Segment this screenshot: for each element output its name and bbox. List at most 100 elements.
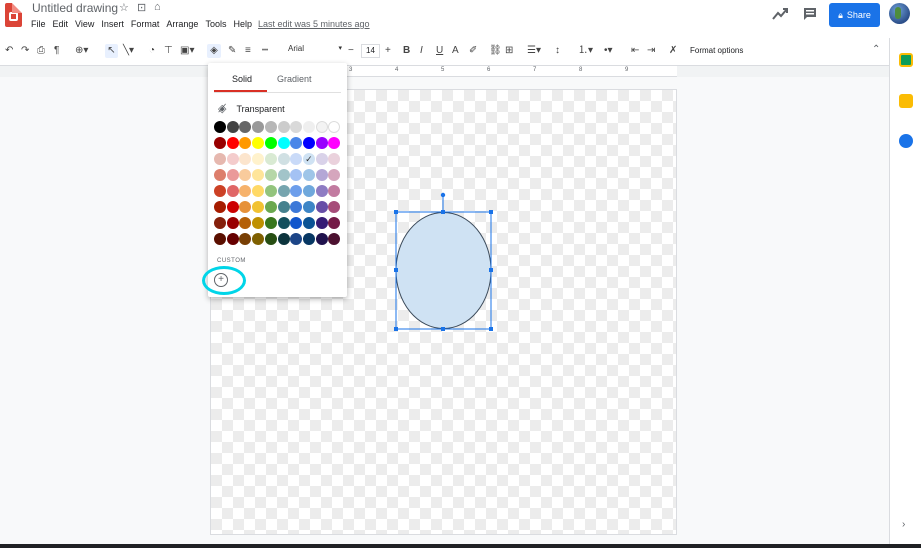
color-swatch[interactable] xyxy=(328,153,341,165)
line-spacing-icon[interactable]: ↕ xyxy=(555,44,560,58)
bulleted-list-icon[interactable]: •▾ xyxy=(604,44,613,58)
color-swatch[interactable] xyxy=(302,185,315,197)
menu-arrange[interactable]: Arrange xyxy=(166,19,198,29)
avatar[interactable] xyxy=(889,3,910,24)
link-icon[interactable]: ⛓ xyxy=(489,44,502,58)
keep-icon[interactable] xyxy=(899,94,913,108)
border-color-icon[interactable]: ✎ xyxy=(228,44,236,58)
document-title[interactable]: Untitled drawing xyxy=(32,1,118,15)
color-swatch[interactable] xyxy=(239,217,252,229)
shape-icon[interactable]: ◔ xyxy=(149,44,155,58)
color-swatch[interactable] xyxy=(214,217,226,229)
color-swatch[interactable] xyxy=(252,153,265,165)
color-swatch[interactable] xyxy=(214,233,226,245)
color-swatch[interactable] xyxy=(277,153,290,165)
color-swatch[interactable] xyxy=(315,233,328,245)
menu-help[interactable]: Help xyxy=(233,19,252,29)
color-swatch[interactable] xyxy=(214,201,226,213)
move-folder-icon[interactable]: ⊡ xyxy=(137,1,146,14)
align-icon[interactable]: ☰▾ xyxy=(527,44,541,58)
color-swatch[interactable] xyxy=(328,233,341,245)
color-swatch[interactable] xyxy=(302,233,315,245)
color-swatch[interactable] xyxy=(252,121,265,133)
color-swatch[interactable] xyxy=(264,169,277,181)
share-button[interactable]: 🔒︎ Share xyxy=(829,3,880,27)
redo-icon[interactable]: ↷ xyxy=(21,44,29,58)
color-swatch[interactable] xyxy=(226,153,239,165)
color-swatch[interactable] xyxy=(290,137,303,149)
color-swatch[interactable] xyxy=(226,169,239,181)
color-swatch[interactable] xyxy=(315,121,328,133)
comment-icon[interactable] xyxy=(803,7,817,21)
rotation-handle[interactable] xyxy=(440,192,446,198)
color-swatch[interactable] xyxy=(328,121,341,133)
color-swatch[interactable] xyxy=(239,153,252,165)
last-edit-link[interactable]: Last edit was 5 minutes ago xyxy=(258,19,370,29)
image-icon[interactable]: ▣▾ xyxy=(180,44,194,58)
menu-insert[interactable]: Insert xyxy=(101,19,124,29)
color-swatch[interactable] xyxy=(290,217,303,229)
color-swatch[interactable] xyxy=(252,169,265,181)
color-swatch[interactable] xyxy=(264,201,277,213)
color-swatch[interactable] xyxy=(277,169,290,181)
menu-format[interactable]: Format xyxy=(131,19,160,29)
color-swatch[interactable] xyxy=(252,185,265,197)
color-swatch[interactable] xyxy=(226,217,239,229)
color-swatch[interactable] xyxy=(328,201,341,213)
paint-format-icon[interactable]: ¶ xyxy=(54,44,59,58)
color-swatch[interactable] xyxy=(302,137,315,149)
fill-color-icon[interactable]: ◈ xyxy=(207,44,221,58)
color-swatch[interactable] xyxy=(290,153,303,165)
color-swatch[interactable] xyxy=(264,217,277,229)
selected-ellipse-shape[interactable] xyxy=(388,188,500,336)
undo-icon[interactable]: ↶ xyxy=(5,44,13,58)
color-swatch[interactable] xyxy=(315,169,328,181)
star-icon[interactable]: ☆ xyxy=(119,1,129,14)
increase-indent-icon[interactable]: ⇥ xyxy=(647,44,655,58)
color-swatch[interactable] xyxy=(252,137,265,149)
ellipse[interactable] xyxy=(395,212,492,329)
menu-file[interactable]: File xyxy=(31,19,46,29)
color-swatch[interactable] xyxy=(315,185,328,197)
border-weight-icon[interactable]: ≡ xyxy=(245,44,251,58)
color-swatch[interactable] xyxy=(214,137,226,149)
color-swatch[interactable] xyxy=(328,217,341,229)
color-swatch[interactable] xyxy=(290,185,303,197)
drawings-logo-icon[interactable] xyxy=(5,3,22,27)
select-icon[interactable]: ↖ xyxy=(105,44,118,58)
color-swatch[interactable] xyxy=(214,121,226,133)
color-swatch[interactable] xyxy=(226,201,239,213)
text-box-icon[interactable]: ⊤ xyxy=(164,44,173,58)
tab-solid[interactable]: Solid xyxy=(232,74,252,84)
menu-view[interactable]: View xyxy=(75,19,94,29)
color-swatch[interactable] xyxy=(226,233,239,245)
add-comment-icon[interactable]: ⊞ xyxy=(505,44,513,58)
color-swatch[interactable] xyxy=(302,217,315,229)
color-swatch[interactable] xyxy=(226,137,239,149)
cloud-status-icon[interactable]: ⌂ xyxy=(154,1,161,13)
color-swatch[interactable] xyxy=(264,153,277,165)
color-swatch[interactable] xyxy=(315,137,328,149)
transparent-option[interactable]: ◈̸ Transparent xyxy=(218,102,285,115)
calendar-icon[interactable] xyxy=(899,53,913,67)
tab-gradient[interactable]: Gradient xyxy=(277,74,312,84)
highlight-color-icon[interactable]: ✐ xyxy=(469,44,477,58)
color-swatch[interactable] xyxy=(302,201,315,213)
border-dash-icon[interactable]: ┅ xyxy=(262,44,268,58)
decrease-font-size-icon[interactable]: − xyxy=(348,44,354,58)
text-color-icon[interactable]: A xyxy=(452,44,459,58)
color-swatch[interactable] xyxy=(290,121,303,133)
clear-formatting-icon[interactable]: ✗ xyxy=(669,44,677,58)
color-swatch[interactable] xyxy=(239,137,252,149)
color-swatch[interactable] xyxy=(214,169,226,181)
color-swatch[interactable] xyxy=(315,201,328,213)
decrease-indent-icon[interactable]: ⇤ xyxy=(631,44,639,58)
color-swatch[interactable] xyxy=(302,169,315,181)
print-icon[interactable]: ⎙ xyxy=(37,44,45,58)
color-swatch[interactable] xyxy=(252,217,265,229)
color-swatch[interactable] xyxy=(277,201,290,213)
menu-edit[interactable]: Edit xyxy=(53,19,69,29)
italic-icon[interactable]: I xyxy=(420,44,423,58)
color-swatch[interactable] xyxy=(214,185,226,197)
color-swatch[interactable] xyxy=(315,153,328,165)
